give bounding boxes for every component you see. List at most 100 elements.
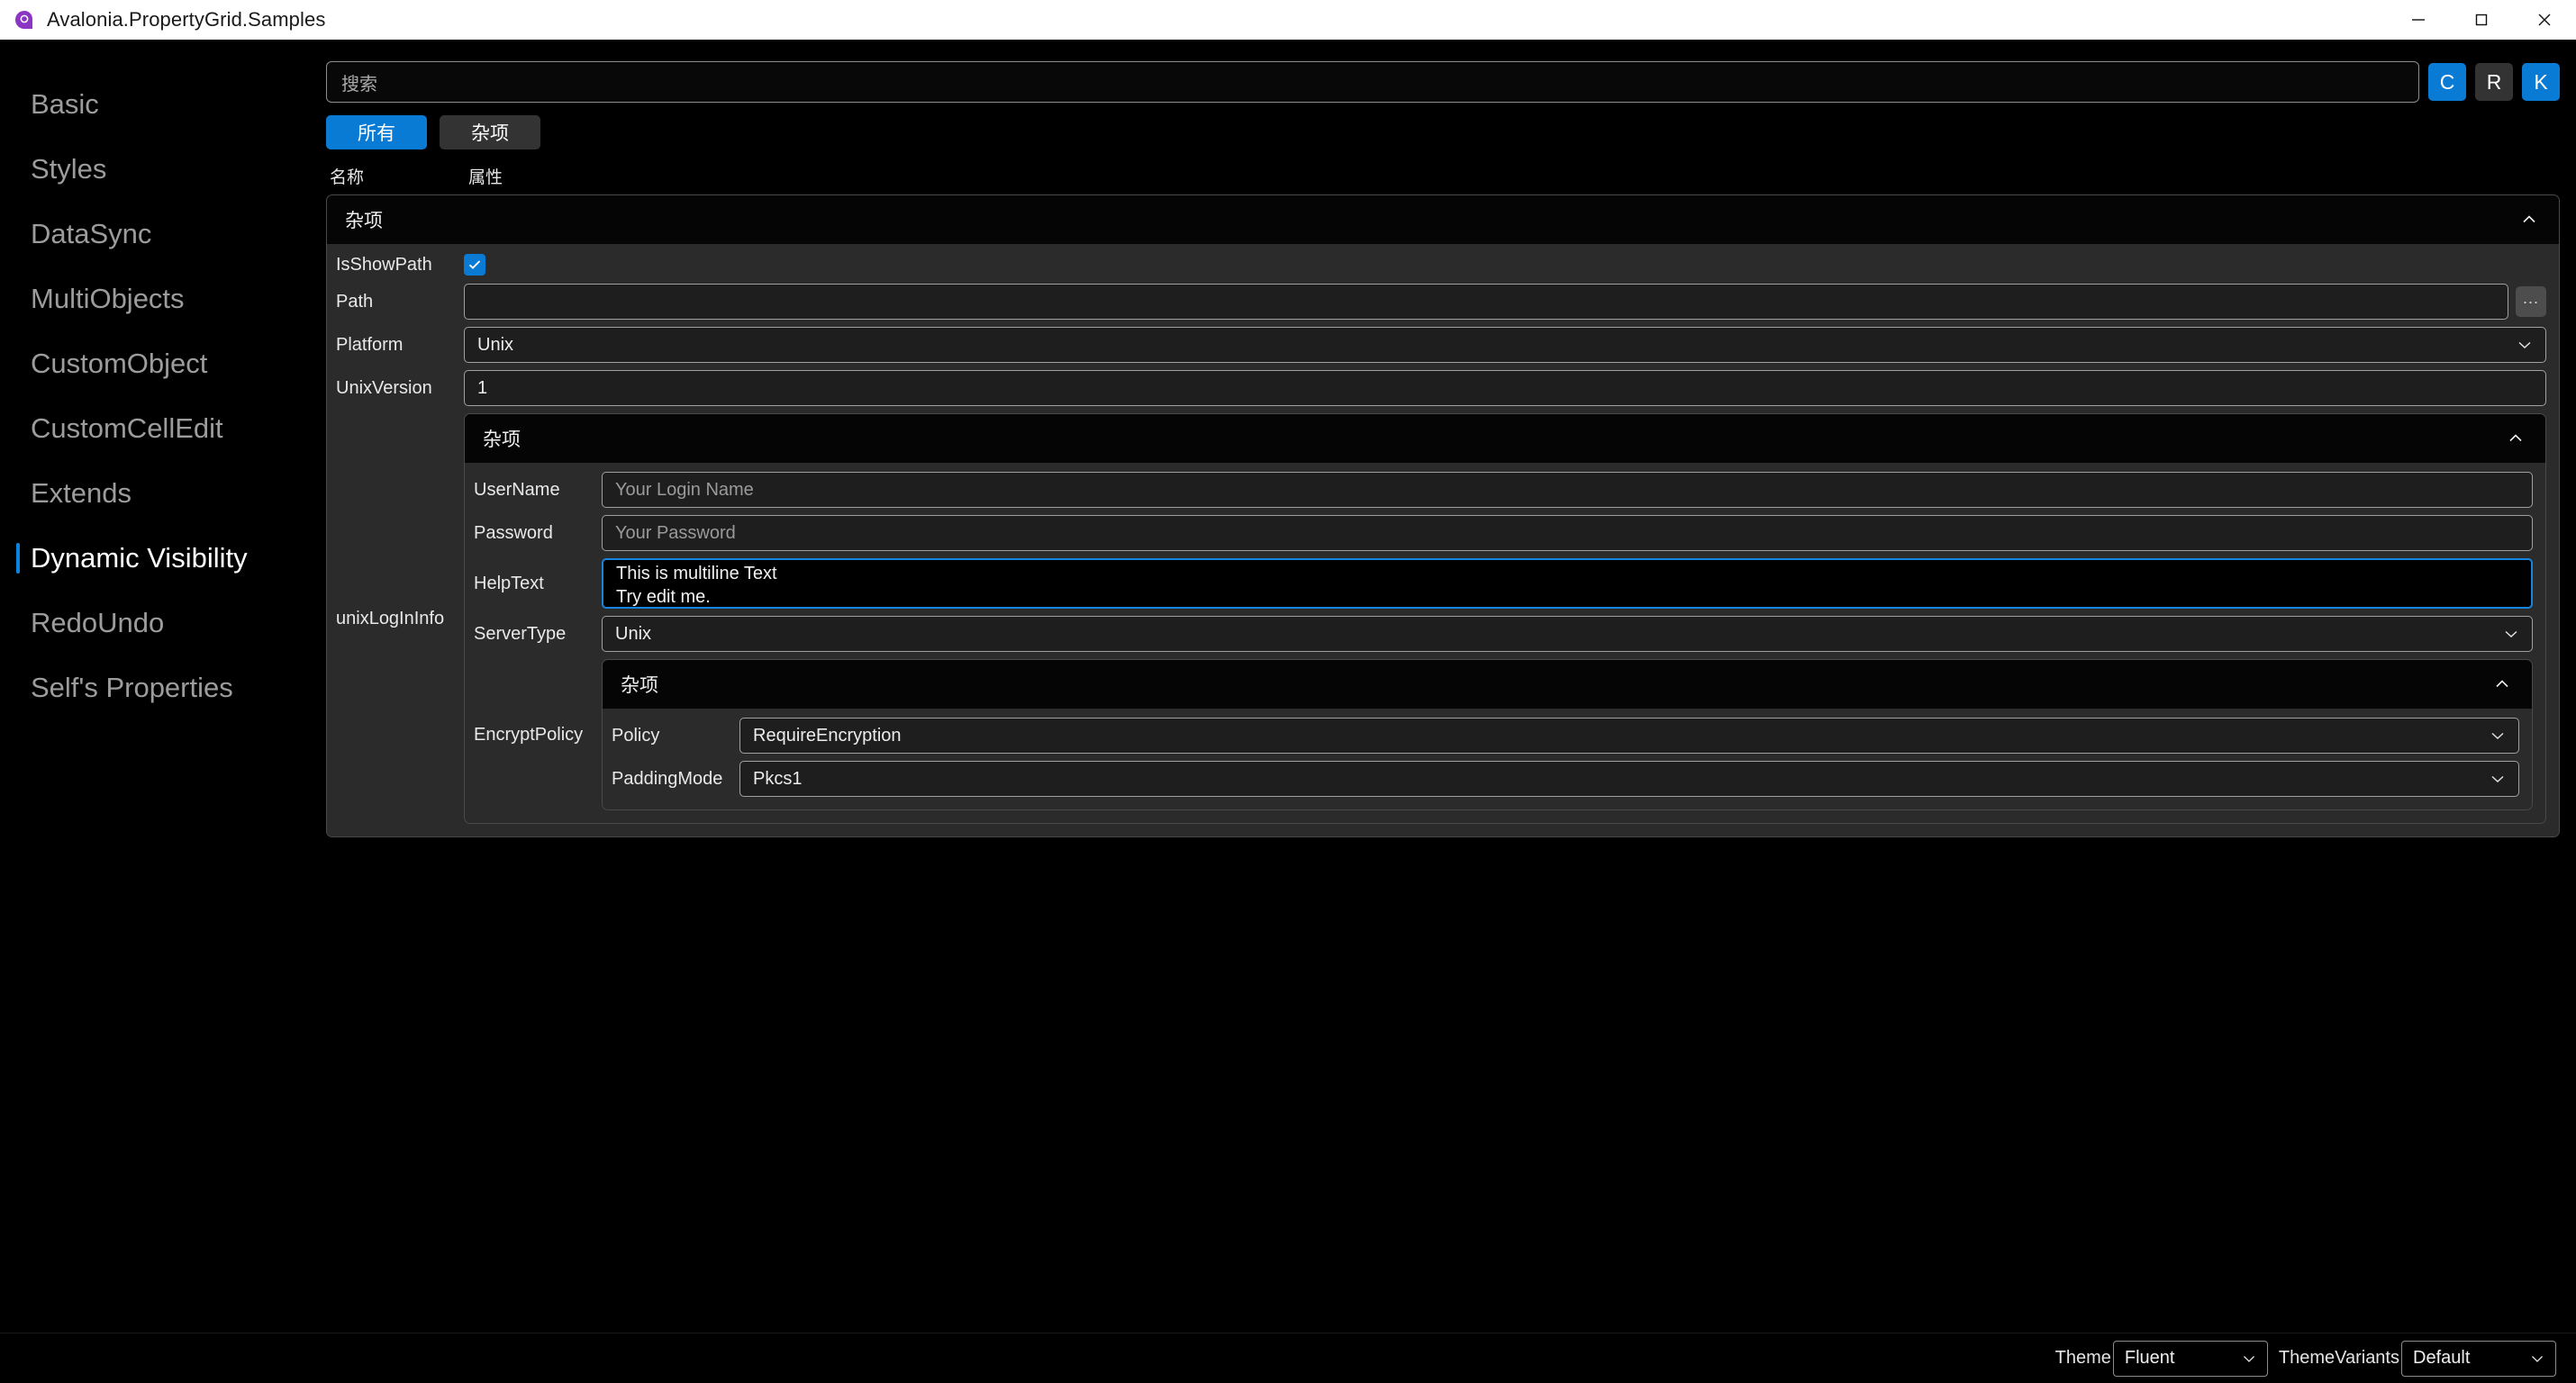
sidebar-item-label: DataSync [31, 218, 151, 250]
sidebar-item-label: Dynamic Visibility [31, 542, 248, 574]
property-group-misc-title: 杂项 [345, 206, 2517, 233]
property-row-path: Path ... [327, 280, 2559, 323]
search-placeholder: 搜索 [341, 69, 377, 95]
property-group-login: 杂项 UserName Your Login N [464, 413, 2546, 824]
paddingmode-value: Pkcs1 [753, 769, 2482, 790]
maximize-icon[interactable] [2450, 0, 2513, 40]
chevron-up-icon[interactable] [2504, 427, 2527, 450]
quick-button-k[interactable]: K [2522, 63, 2560, 101]
column-header-value: 属性 [468, 164, 503, 188]
window-title: Avalonia.PropertyGrid.Samples [47, 8, 325, 32]
quick-button-k-label: K [2534, 70, 2547, 95]
chevron-down-icon [2240, 1350, 2258, 1368]
quick-button-c-label: C [2440, 70, 2455, 95]
property-group-login-body: UserName Your Login Name Password [465, 463, 2545, 823]
servertype-combobox[interactable]: Unix [602, 616, 2533, 652]
property-group-encrypt: 杂项 Policy [602, 659, 2533, 810]
policy-value: RequireEncryption [753, 726, 2482, 746]
property-row-policy: Policy RequireEncryption [603, 714, 2532, 757]
themevariants-label: ThemeVariants [2279, 1348, 2399, 1369]
property-group-misc: 杂项 IsShowPath Path [326, 194, 2560, 837]
property-group-login-title: 杂项 [483, 425, 2504, 452]
quick-button-r[interactable]: R [2475, 63, 2513, 101]
main-panel: 搜索 C R K 所有 杂项 名称 属性 杂项 I [326, 40, 2576, 1383]
property-label-servertype: ServerType [465, 624, 602, 645]
minimize-icon[interactable] [2387, 0, 2450, 40]
sidebar-item-multiobjects[interactable]: MultiObjects [0, 267, 326, 331]
isshowpath-checkbox[interactable] [464, 254, 485, 276]
column-header-name: 名称 [326, 164, 468, 188]
sidebar-item-label: CustomCellEdit [31, 412, 223, 445]
search-input[interactable]: 搜索 [326, 61, 2419, 103]
unixversion-value: 1 [477, 378, 487, 399]
chevron-down-icon [2528, 1350, 2546, 1368]
sidebar-item-customobject[interactable]: CustomObject [0, 331, 326, 396]
sidebar-item-label: CustomObject [31, 348, 207, 380]
path-input[interactable] [464, 284, 2508, 320]
tab-all[interactable]: 所有 [326, 115, 427, 149]
property-group-encrypt-header[interactable]: 杂项 [603, 660, 2532, 709]
sidebar-item-basic[interactable]: Basic [0, 72, 326, 137]
avalonia-logo-icon [13, 8, 36, 32]
property-row-servertype: ServerType Unix [465, 612, 2545, 655]
property-group-encrypt-title: 杂项 [621, 671, 2490, 698]
password-input[interactable]: Your Password [602, 515, 2533, 551]
sidebar-item-label: Self's Properties [31, 672, 233, 704]
sidebar-item-datasync[interactable]: DataSync [0, 202, 326, 267]
platform-value: Unix [477, 335, 2509, 356]
property-label-username: UserName [465, 480, 602, 501]
search-row: 搜索 C R K [326, 61, 2560, 103]
chevron-down-icon [2488, 769, 2508, 789]
property-row-password: Password Your Password [465, 511, 2545, 555]
platform-combobox[interactable]: Unix [464, 327, 2546, 363]
property-label-isshowpath: IsShowPath [327, 255, 464, 276]
theme-value: Fluent [2125, 1348, 2175, 1369]
chevron-down-icon [2488, 726, 2508, 746]
property-group-encrypt-body: Policy RequireEncryption [603, 709, 2532, 809]
property-label-path: Path [327, 292, 464, 312]
chevron-up-icon[interactable] [2517, 208, 2541, 231]
path-browse-label: ... [2523, 290, 2539, 306]
sidebar-item-label: Basic [31, 88, 99, 121]
sidebar: Basic Styles DataSync MultiObjects Custo… [0, 40, 326, 1383]
servertype-value: Unix [615, 624, 2496, 645]
sidebar-item-customcelledit[interactable]: CustomCellEdit [0, 396, 326, 461]
property-row-paddingmode: PaddingMode Pkcs1 [603, 757, 2532, 800]
sidebar-item-extends[interactable]: Extends [0, 461, 326, 526]
sidebar-item-label: Styles [31, 153, 106, 185]
window-controls [2387, 0, 2576, 40]
sidebar-item-selfs-properties[interactable]: Self's Properties [0, 655, 326, 720]
category-tabs: 所有 杂项 [326, 115, 2560, 149]
sidebar-item-styles[interactable]: Styles [0, 137, 326, 202]
theme-combobox[interactable]: Fluent [2113, 1341, 2268, 1377]
themevariants-combobox[interactable]: Default [2401, 1341, 2556, 1377]
property-row-unixversion: UnixVersion 1 [327, 366, 2559, 410]
helptext-textarea[interactable]: This is multiline Text Try edit me. [602, 558, 2533, 609]
username-input[interactable]: Your Login Name [602, 472, 2533, 508]
tab-misc[interactable]: 杂项 [440, 115, 540, 149]
sidebar-item-label: RedoUndo [31, 607, 164, 639]
helptext-line-2: Try edit me. [616, 586, 711, 610]
chevron-down-icon [2515, 335, 2535, 355]
close-icon[interactable] [2513, 0, 2576, 40]
property-label-platform: Platform [327, 335, 464, 356]
property-label-password: Password [465, 523, 602, 544]
property-row-platform: Platform Unix [327, 323, 2559, 366]
paddingmode-combobox[interactable]: Pkcs1 [739, 761, 2519, 797]
property-label-paddingmode: PaddingMode [603, 769, 739, 790]
tab-all-label: 所有 [358, 119, 395, 146]
sidebar-item-label: Extends [31, 477, 132, 510]
policy-combobox[interactable]: RequireEncryption [739, 718, 2519, 754]
sidebar-item-dynamic-visibility[interactable]: Dynamic Visibility [0, 526, 326, 591]
property-group-misc-body: IsShowPath Path ... [327, 244, 2559, 836]
quick-button-c[interactable]: C [2428, 63, 2466, 101]
quick-button-r-label: R [2487, 70, 2502, 95]
chevron-up-icon[interactable] [2490, 673, 2514, 696]
property-group-login-header[interactable]: 杂项 [465, 414, 2545, 463]
property-label-encryptpolicy: EncryptPolicy [465, 659, 602, 810]
path-browse-button[interactable]: ... [2516, 286, 2546, 317]
unixversion-input[interactable]: 1 [464, 370, 2546, 406]
sidebar-item-redoundo[interactable]: RedoUndo [0, 591, 326, 655]
theme-label: Theme [2055, 1348, 2111, 1369]
property-group-misc-header[interactable]: 杂项 [327, 195, 2559, 244]
